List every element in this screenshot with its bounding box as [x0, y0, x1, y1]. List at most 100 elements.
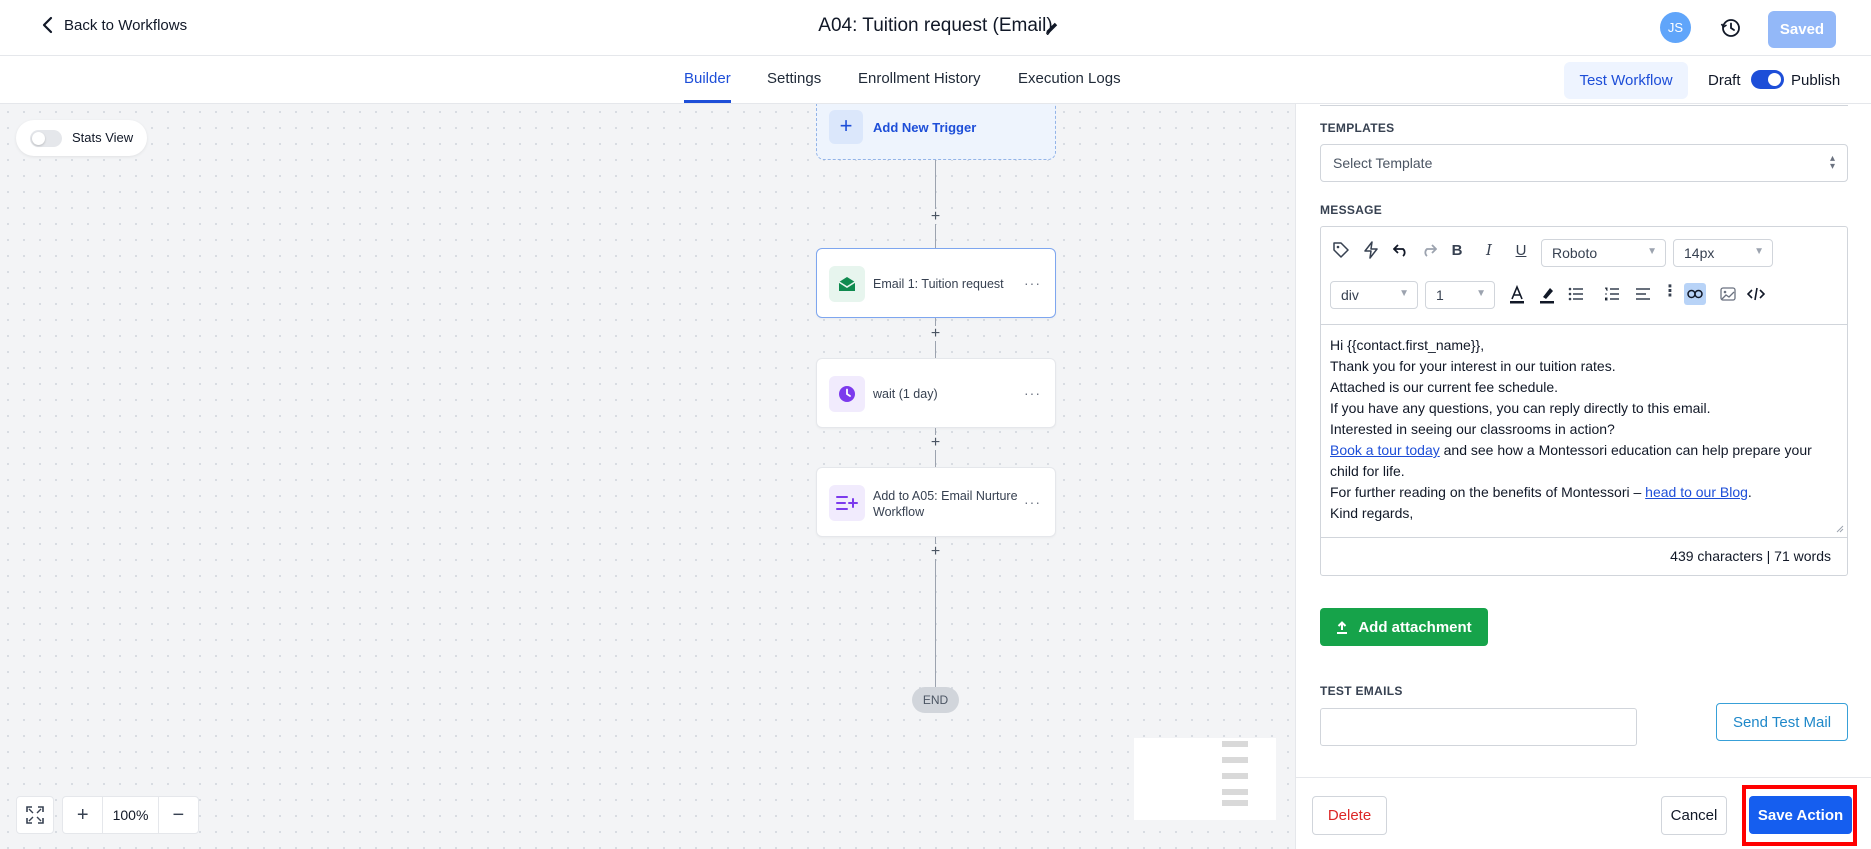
- saved-button[interactable]: Saved: [1768, 11, 1836, 48]
- envelope-open-icon: [829, 266, 865, 302]
- zoom-controls: + 100% −: [62, 796, 199, 834]
- workflow-node-add-to-workflow[interactable]: Add to A05: Email Nurture Workflow ···: [816, 467, 1056, 537]
- message-line: Kind regards,: [1330, 505, 1414, 521]
- add-step-plus-icon[interactable]: +: [928, 435, 943, 451]
- minimap-node: [1222, 800, 1248, 806]
- highlight-icon[interactable]: [1536, 284, 1558, 306]
- font-size-select[interactable]: 14px ▼: [1673, 239, 1773, 267]
- node-label: wait (1 day): [873, 387, 938, 401]
- font-size-value: 14px: [1684, 245, 1715, 261]
- link-icon[interactable]: [1684, 283, 1706, 305]
- underline-icon[interactable]: U: [1510, 239, 1532, 261]
- delete-button[interactable]: Delete: [1312, 796, 1387, 835]
- workflow-node-email[interactable]: Email 1: Tuition request ···: [816, 248, 1056, 318]
- italic-icon[interactable]: I: [1478, 239, 1500, 261]
- text-color-icon[interactable]: [1506, 284, 1528, 306]
- zoom-level: 100%: [102, 797, 159, 833]
- stats-view-toggle[interactable]: [30, 130, 62, 147]
- divider: [1320, 104, 1848, 106]
- history-icon[interactable]: [1720, 17, 1742, 39]
- add-step-plus-icon[interactable]: +: [928, 544, 943, 560]
- publish-toggle[interactable]: [1751, 70, 1784, 89]
- minimap[interactable]: [1134, 738, 1276, 820]
- end-marker: END: [912, 687, 959, 713]
- blog-link[interactable]: head to our Blog: [1645, 484, 1748, 500]
- back-label: Back to Workflows: [64, 16, 188, 34]
- bullet-list-icon[interactable]: [1565, 283, 1587, 305]
- align-left-icon[interactable]: [1632, 283, 1654, 305]
- publish-label: Publish: [1791, 72, 1841, 89]
- node-label: Add to A05: Email Nurture Workflow: [873, 489, 1018, 519]
- image-icon[interactable]: [1717, 283, 1739, 305]
- list-add-icon: [829, 485, 865, 521]
- resize-handle-icon[interactable]: [1834, 523, 1844, 533]
- active-tab-indicator: [684, 100, 731, 103]
- add-attachment-label: Add attachment: [1358, 618, 1472, 636]
- chevron-down-icon: ▼: [1399, 288, 1409, 299]
- message-text: .: [1747, 484, 1752, 500]
- action-editor-panel: TEMPLATES Select Template ▴ ▾ MESSAGE B I…: [1295, 104, 1871, 849]
- zoom-in-button[interactable]: +: [63, 797, 102, 833]
- character-counter: 439 characters | 71 words: [1670, 548, 1831, 564]
- tab-settings[interactable]: Settings: [767, 70, 821, 87]
- workflow-node-wait[interactable]: wait (1 day) ···: [816, 358, 1056, 428]
- pencil-icon[interactable]: [1044, 20, 1060, 36]
- test-emails-input[interactable]: [1320, 708, 1637, 746]
- zoom-out-button[interactable]: −: [159, 797, 198, 833]
- message-line: If you have any questions, you can reply…: [1330, 400, 1711, 416]
- avatar[interactable]: JS: [1660, 12, 1691, 43]
- message-label: MESSAGE: [1320, 203, 1383, 217]
- save-action-button[interactable]: Save Action: [1749, 796, 1852, 834]
- tab-execution-logs[interactable]: Execution Logs: [1018, 70, 1121, 87]
- minimap-node: [1222, 757, 1248, 763]
- node-more-icon[interactable]: ···: [1024, 494, 1041, 510]
- font-family-select[interactable]: Roboto ▼: [1541, 239, 1666, 267]
- add-new-trigger[interactable]: + Add New Trigger: [816, 104, 1056, 160]
- line-height-value: 1: [1436, 287, 1444, 303]
- font-family-value: Roboto: [1552, 245, 1598, 261]
- message-line: Thank you for your interest in our tuiti…: [1330, 358, 1616, 374]
- send-test-mail-button[interactable]: Send Test Mail: [1716, 703, 1848, 741]
- chevron-down-icon: ▼: [1647, 246, 1657, 257]
- bold-icon[interactable]: B: [1446, 239, 1468, 261]
- tab-bar: Builder Settings Enrollment History Exec…: [0, 56, 1871, 104]
- workflow-canvas[interactable]: Stats View + Add New Trigger + Email 1: …: [0, 104, 1295, 849]
- tab-enrollment-history[interactable]: Enrollment History: [858, 70, 981, 87]
- fit-view-button[interactable]: [16, 796, 54, 834]
- select-arrows-icon: ▴ ▾: [1829, 153, 1835, 172]
- chevron-down-icon: ▼: [1476, 288, 1486, 299]
- more-vertical-icon[interactable]: ⋮: [1659, 280, 1681, 302]
- lightning-icon[interactable]: [1360, 239, 1382, 261]
- node-more-icon[interactable]: ···: [1024, 385, 1041, 401]
- undo-icon[interactable]: [1390, 239, 1412, 261]
- message-line: Attached is our current fee schedule.: [1330, 379, 1559, 395]
- redo-icon[interactable]: [1418, 239, 1440, 261]
- message-line: Book a tour today and see how a Montesso…: [1330, 440, 1838, 482]
- message-text: For further reading on the benefits of M…: [1330, 484, 1646, 500]
- block-type-value: div: [1341, 287, 1359, 303]
- message-body[interactable]: Hi {{contact.first_name}}, Thank you for…: [1330, 335, 1838, 524]
- template-select[interactable]: Select Template ▴ ▾: [1320, 144, 1848, 182]
- message-line: Interested in seeing our classrooms in a…: [1330, 421, 1615, 437]
- tag-icon[interactable]: [1330, 239, 1352, 261]
- cancel-button[interactable]: Cancel: [1661, 796, 1727, 835]
- add-step-plus-icon[interactable]: +: [928, 209, 943, 225]
- numbered-list-icon[interactable]: [1601, 283, 1623, 305]
- tab-builder[interactable]: Builder: [684, 70, 731, 87]
- book-tour-link[interactable]: Book a tour today: [1330, 442, 1440, 458]
- block-type-select[interactable]: div ▼: [1330, 281, 1418, 309]
- character-counter-bar: 439 characters | 71 words: [1321, 537, 1847, 575]
- minimap-node: [1222, 741, 1248, 747]
- test-workflow-button[interactable]: Test Workflow: [1564, 62, 1688, 99]
- line-height-select[interactable]: 1 ▼: [1425, 281, 1495, 309]
- template-select-value: Select Template: [1333, 155, 1433, 171]
- add-step-plus-icon[interactable]: +: [928, 326, 943, 342]
- stats-view-label: Stats View: [72, 130, 134, 145]
- code-icon[interactable]: [1745, 283, 1767, 305]
- node-more-icon[interactable]: ···: [1024, 275, 1041, 291]
- add-attachment-button[interactable]: Add attachment: [1320, 608, 1488, 646]
- back-to-workflows-link[interactable]: Back to Workflows: [40, 16, 187, 34]
- node-label: Email 1: Tuition request: [873, 277, 1004, 291]
- top-header: Back to Workflows A04: Tuition request (…: [0, 0, 1871, 56]
- clock-icon: [829, 376, 865, 412]
